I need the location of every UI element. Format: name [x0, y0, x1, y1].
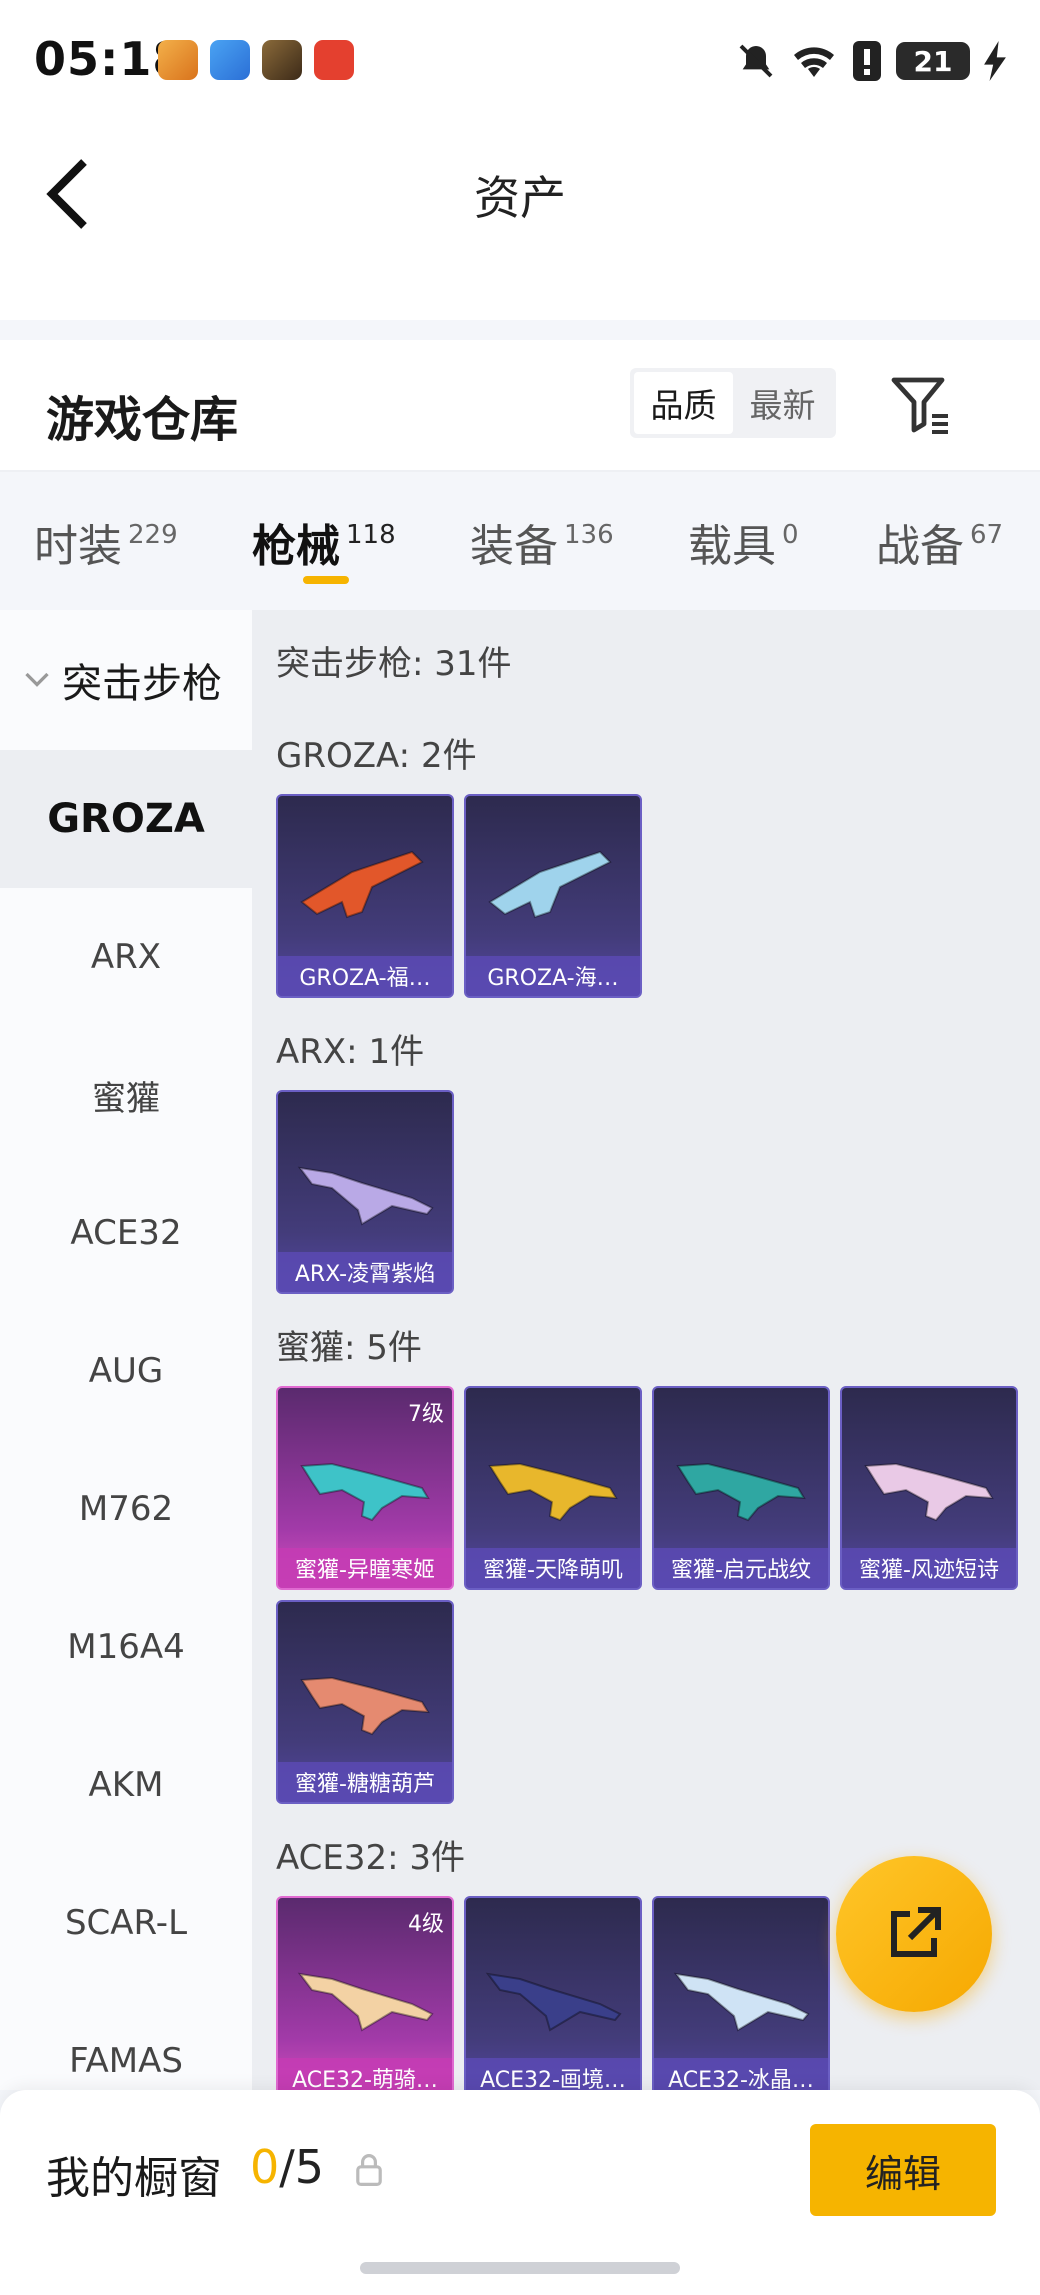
charging-icon	[984, 41, 1006, 81]
external-link-icon	[891, 1907, 941, 1957]
weapon-skin-image	[300, 1462, 430, 1522]
weapon-skin-image	[300, 850, 424, 919]
weapon-card[interactable]: 蜜獾-启元战纹	[652, 1386, 830, 1590]
tab-vehicles[interactable]: 载具 0	[688, 510, 799, 574]
showcase-separator: /	[279, 2140, 295, 2194]
tab-weapons[interactable]: 枪械 118	[252, 510, 396, 574]
weapon-name: 蜜獾-天降萌叽	[466, 1548, 640, 1588]
weapon-card[interactable]: GROZA-海…	[464, 794, 642, 998]
weapon-skin-image	[488, 1462, 618, 1522]
weapon-skin-image	[300, 1676, 430, 1736]
weapon-skin-image	[673, 1972, 810, 2032]
sort-newest-option[interactable]: 最新	[733, 372, 832, 434]
section-title: ARX: 1件	[276, 1032, 425, 1072]
tab-count: 118	[346, 520, 396, 550]
showcase-used: 0	[250, 2140, 280, 2194]
tab-equipment[interactable]: 装备 136	[470, 510, 614, 574]
weapon-name: 蜜獾-风迹短诗	[842, 1548, 1016, 1588]
sidebar-category-assault-rifle[interactable]: 突击步枪	[0, 610, 252, 750]
sidebar-item-m762[interactable]: M762	[0, 1440, 252, 1578]
tab-label: 载具	[688, 521, 776, 572]
weapon-name: ACE32-萌骑…	[278, 2058, 452, 2090]
weapon-skin-image	[488, 850, 612, 919]
showcase-title: 我的橱窗	[46, 2153, 222, 2204]
category-total: 突击步枪: 31件	[276, 644, 512, 684]
lock-icon	[356, 2154, 382, 2186]
weapon-name: GROZA-海…	[466, 956, 640, 996]
tab-label: 枪械	[252, 521, 340, 572]
weapon-skin-image	[485, 1972, 622, 2032]
weapon-skin-image	[676, 1462, 806, 1522]
showcase-count: 0/5	[250, 2140, 324, 2194]
weapon-card[interactable]: 蜜獾-风迹短诗	[840, 1386, 1018, 1590]
weapon-card[interactable]: 蜜獾-天降萌叽	[464, 1386, 642, 1590]
home-indicator[interactable]	[360, 2262, 680, 2274]
weapon-card[interactable]: 4级 ACE32-萌骑…	[276, 1896, 454, 2090]
status-bar: 05:18 21	[0, 0, 1040, 120]
tab-count: 229	[128, 520, 178, 550]
sidebar-item-arx[interactable]: ARX	[0, 888, 252, 1026]
category-tabs: 时装 229 枪械 118 装备 136 载具 0 战备 67	[0, 474, 1040, 610]
tab-supplies[interactable]: 战备 67	[876, 510, 1003, 574]
weapon-name: ARX-凌霄紫焰	[278, 1252, 452, 1292]
weapon-card[interactable]: ARX-凌霄紫焰	[276, 1090, 454, 1294]
chevron-down-icon	[25, 672, 49, 687]
security-app-icon	[314, 40, 354, 80]
weapon-name: GROZA-福…	[278, 956, 452, 996]
section-title: GROZA: 2件	[276, 736, 477, 776]
weapon-name: 蜜獾-启元战纹	[654, 1548, 828, 1588]
edit-button[interactable]: 编辑	[810, 2124, 996, 2216]
tab-label: 时装	[34, 521, 122, 572]
sidebar-item-m16a4[interactable]: M16A4	[0, 1578, 252, 1716]
mute-bell-icon	[739, 44, 773, 78]
tab-label: 战备	[876, 521, 964, 572]
status-icons: 21	[736, 38, 1006, 84]
sidebar-item-groza[interactable]: GROZA	[0, 750, 252, 888]
weapon-card[interactable]: 7级 蜜獾-异瞳寒姬	[276, 1386, 454, 1590]
tab-count: 67	[970, 520, 1004, 550]
nav-header: 资产	[0, 120, 1040, 320]
app-notification-icon	[158, 40, 198, 80]
sidebar-item-ace32[interactable]: ACE32	[0, 1164, 252, 1302]
share-button[interactable]	[836, 1856, 992, 2012]
weapon-name: ACE32-冰晶…	[654, 2058, 828, 2090]
sidebar-item-honey-badger[interactable]: 蜜獾	[0, 1026, 252, 1164]
weapon-name: 蜜獾-异瞳寒姬	[278, 1548, 452, 1588]
game-app-icon	[262, 40, 302, 80]
showcase-total: 5	[294, 2140, 325, 2194]
wifi-icon	[794, 47, 834, 77]
active-tab-indicator	[303, 576, 349, 584]
tab-count: 0	[782, 520, 799, 550]
weapon-type-sidebar: 突击步枪 GROZA ARX 蜜獾 ACE32 AUG M762 M16A4 A…	[0, 610, 252, 2090]
weapon-name: 蜜獾-糖糖葫芦	[278, 1762, 452, 1802]
section-title: 蜜獾: 5件	[276, 1328, 422, 1368]
section-title: ACE32: 3件	[276, 1838, 466, 1878]
weapon-card[interactable]: ACE32-冰晶…	[652, 1896, 830, 2090]
tab-fashion[interactable]: 时装 229	[34, 510, 178, 574]
warehouse-header: 游戏仓库 品质 最新	[0, 340, 1040, 472]
tab-label: 装备	[470, 521, 558, 572]
sidebar-category-label: 突击步枪	[62, 661, 222, 707]
weapon-skin-image	[297, 1166, 434, 1226]
warehouse-title: 游戏仓库	[46, 392, 239, 448]
sidebar-item-aug[interactable]: AUG	[0, 1302, 252, 1440]
battery-indicator: 21	[896, 42, 970, 80]
weapon-card[interactable]: ACE32-画境…	[464, 1896, 642, 2090]
weapon-skin-image	[297, 1972, 434, 2032]
weapon-card[interactable]: 蜜獾-糖糖葫芦	[276, 1600, 454, 1804]
page-title: 资产	[474, 171, 566, 225]
tab-count: 136	[564, 520, 614, 550]
filter-icon[interactable]	[888, 372, 952, 436]
sidebar-item-scar-l[interactable]: SCAR-L	[0, 1854, 252, 1992]
weapon-card[interactable]: GROZA-福…	[276, 794, 454, 998]
weapon-skin-image	[864, 1462, 994, 1522]
weapon-name: ACE32-画境…	[466, 2058, 640, 2090]
sort-quality-option[interactable]: 品质	[634, 372, 733, 434]
alert-icon	[853, 41, 881, 81]
weather-app-icon	[210, 40, 250, 80]
showcase-bar: 我的橱窗 0/5 编辑	[0, 2090, 1040, 2295]
sort-toggle: 品质 最新	[630, 368, 836, 438]
sidebar-item-akm[interactable]: AKM	[0, 1716, 252, 1854]
